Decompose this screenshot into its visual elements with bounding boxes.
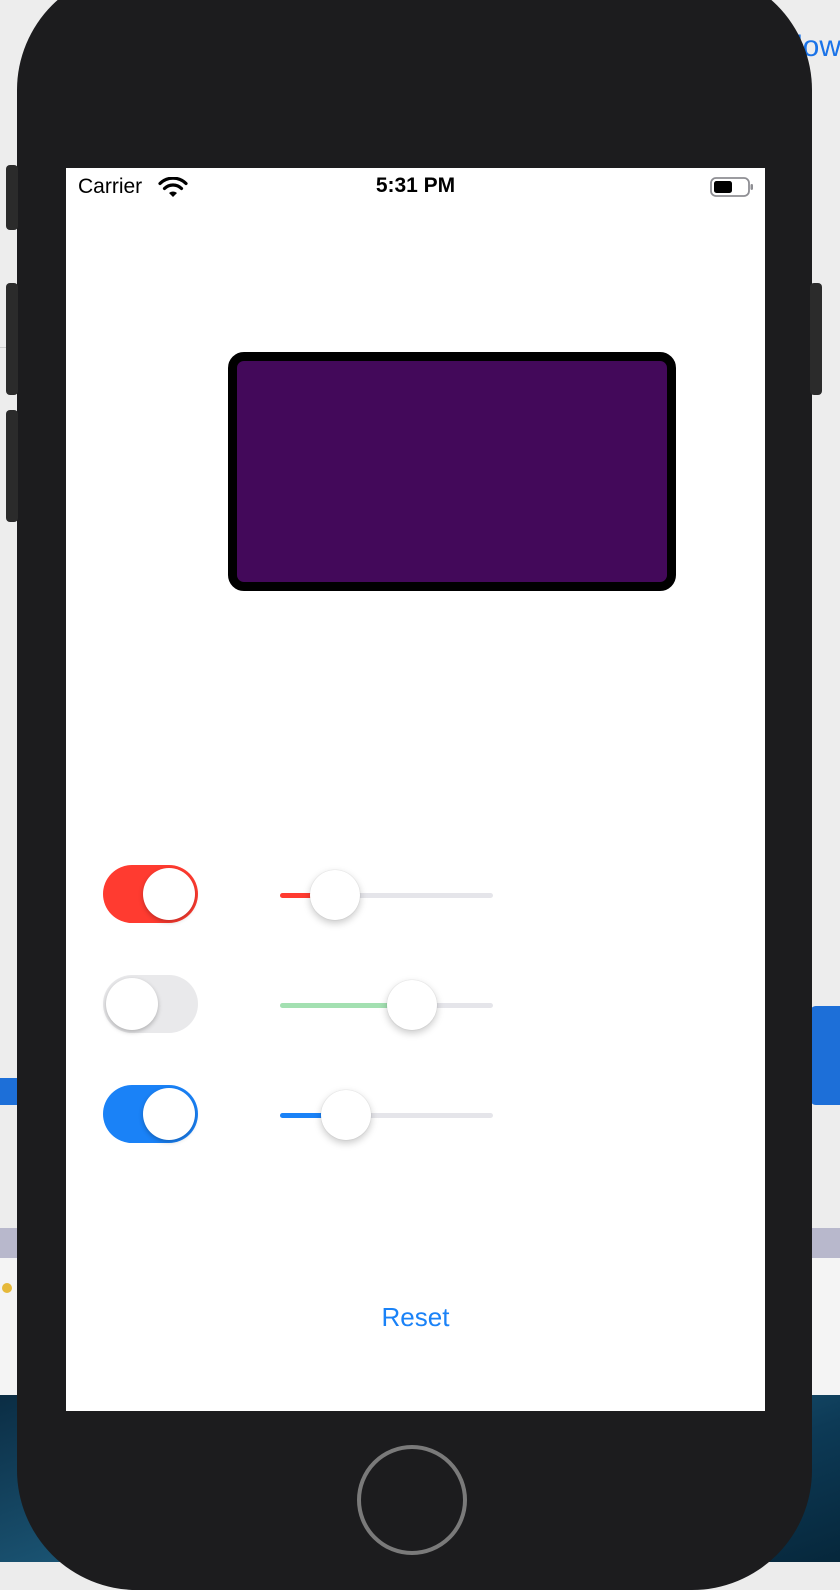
status-time: 5:31 PM [375,174,456,197]
device-screen: Carrier 5:31 PM Reset [66,168,765,1411]
power-button [810,283,822,395]
volume-up-button [6,283,18,395]
reset-button[interactable]: Reset [66,1302,765,1333]
volume-down-button [6,410,18,522]
green-toggle[interactable] [103,975,198,1033]
green-slider[interactable] [280,978,493,1032]
mute-switch [6,165,18,230]
red-toggle[interactable] [103,865,198,923]
toggle-knob [143,1088,195,1140]
background-window-dot [2,1283,12,1293]
background-button-right [810,1006,840,1105]
slider-thumb[interactable] [387,980,438,1030]
slider-thumb[interactable] [321,1090,372,1140]
toggle-knob [143,868,195,920]
home-button[interactable] [357,1445,467,1555]
blue-slider[interactable] [280,1088,493,1142]
color-preview-box [228,352,676,591]
slider-thumb[interactable] [310,870,361,920]
toggle-knob [106,978,158,1030]
battery-icon [710,177,753,197]
blue-toggle[interactable] [103,1085,198,1143]
red-slider[interactable] [280,868,493,922]
